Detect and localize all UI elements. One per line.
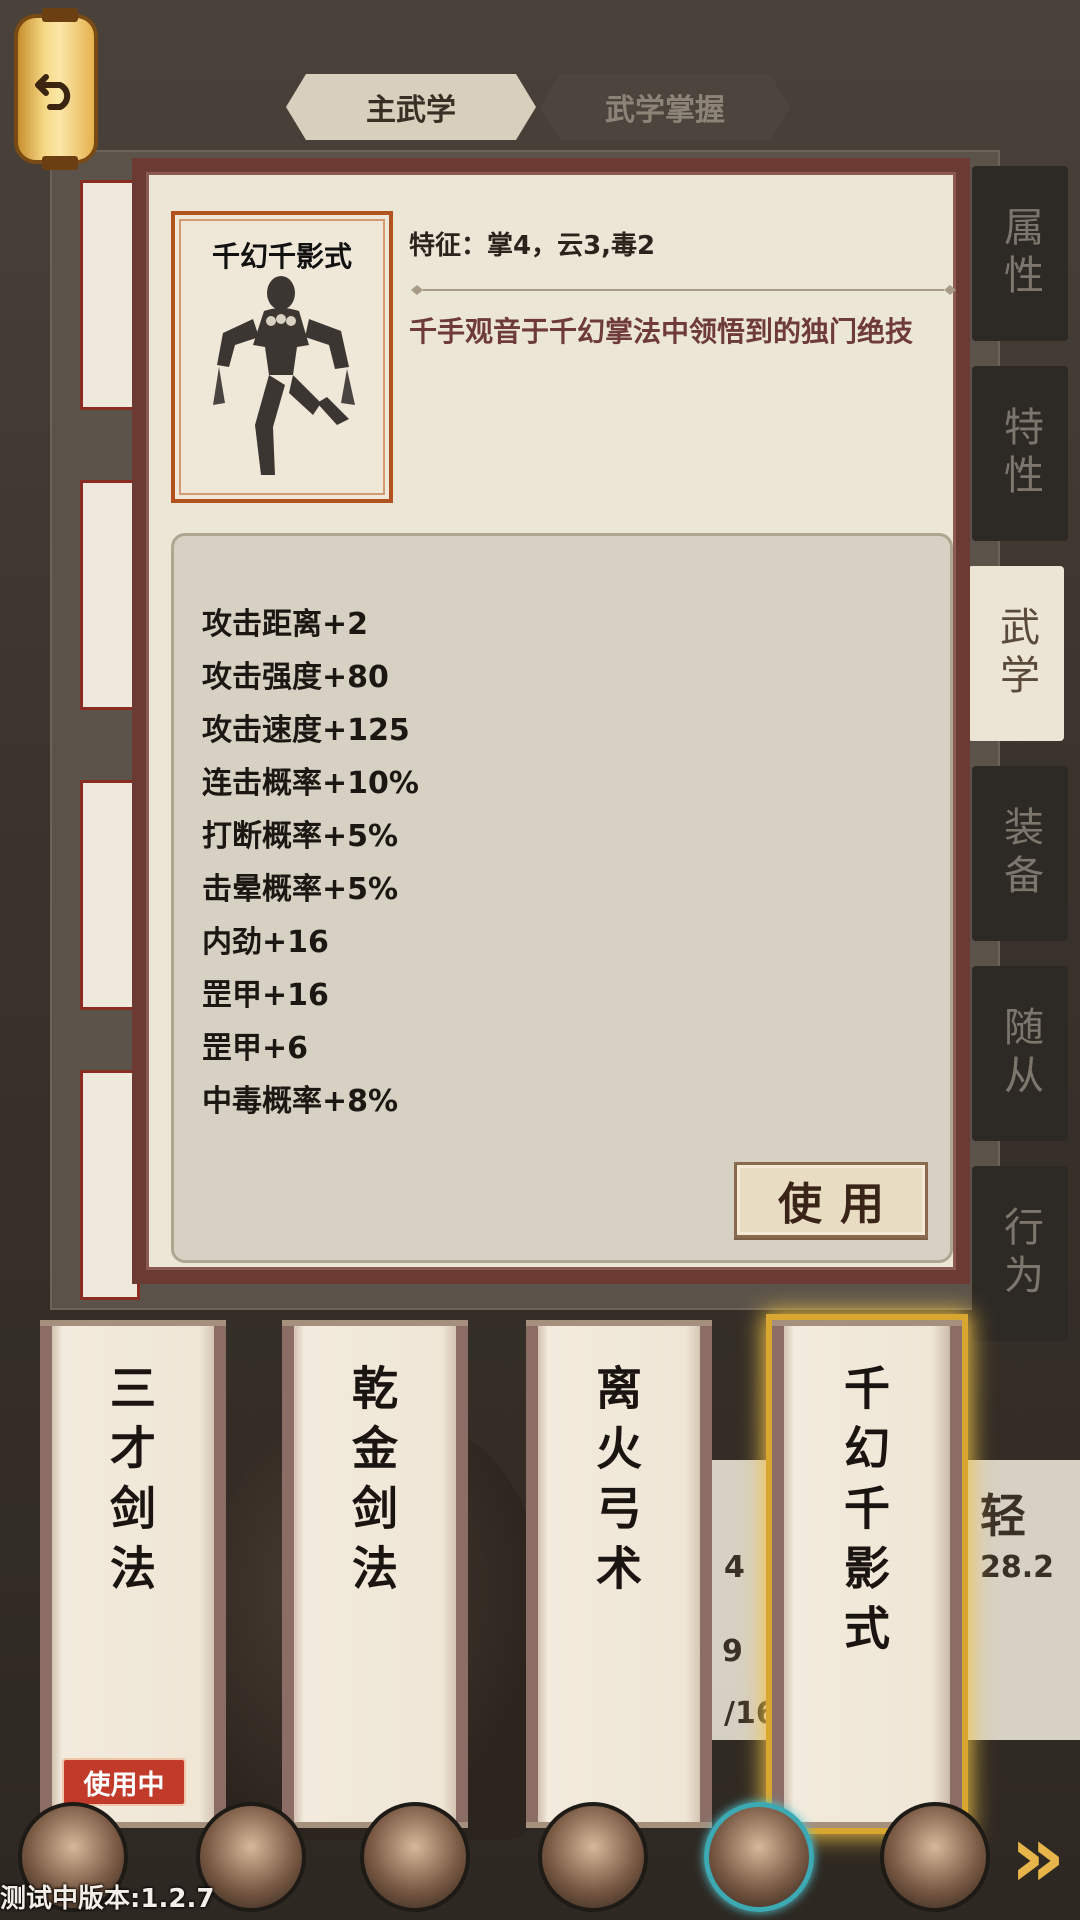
stat-label-light: 轻 (980, 1489, 1026, 1543)
stat-value-partial: 9 (722, 1634, 743, 1669)
character-avatar[interactable] (538, 1802, 648, 1912)
portrait-skill-name: 千幻千影式 (211, 240, 352, 273)
skill-trait: 特征：掌4，云3,毒2 (409, 231, 656, 261)
skill-scroll-name: 离火弓术 (589, 1364, 643, 1604)
skill-scroll-name: 千幻千影式 (837, 1364, 891, 1664)
tab-skill-mastery[interactable]: 武学掌握 (540, 74, 790, 140)
character-avatar[interactable] (360, 1802, 470, 1912)
scroll-edge (526, 1326, 538, 1822)
scroll-edge (700, 1326, 712, 1822)
side-tab-traits[interactable]: 特性 (972, 366, 1068, 541)
background-card (80, 1070, 140, 1300)
scroll-edge (456, 1326, 468, 1822)
stat-value-partial: 4 (724, 1550, 745, 1585)
skill-scroll-qianjin-sword[interactable]: 乾金剑法 (282, 1320, 468, 1828)
stat-line: 打断概率+5% (202, 819, 399, 854)
skill-scroll-qianhuan-qianying[interactable]: 千幻千影式 (772, 1320, 962, 1828)
scroll-edge (772, 1326, 784, 1822)
scroll-edge (282, 1326, 294, 1822)
side-tab-attributes[interactable]: 属性 (972, 166, 1068, 341)
skill-scroll-lihuo-bow[interactable]: 离火弓术 (526, 1320, 712, 1828)
undo-arrow-icon (35, 74, 71, 110)
ornamental-divider (411, 285, 956, 295)
stat-line: 击晕概率+5% (202, 872, 399, 907)
stat-line: 罡甲+6 (202, 1031, 309, 1066)
lantern-cap (42, 156, 78, 170)
skill-stats-box: 攻击距离+2 攻击强度+80 攻击速度+125 连击概率+10% 打断概率+5%… (171, 533, 953, 1263)
side-tab-martial-arts[interactable]: 武学 (968, 566, 1064, 741)
stat-list: 攻击距离+2 攻击强度+80 攻击速度+125 连击概率+10% 打断概率+5%… (202, 598, 419, 1128)
skill-detail-popup: 千幻千影式 特征：掌4，云3,毒2 千手观音于千幻掌法中领悟到的独门绝技 攻击距… (132, 158, 970, 1284)
scroll-edge (950, 1326, 962, 1822)
side-tab-equipment[interactable]: 装备 (972, 766, 1068, 941)
scroll-edge (214, 1326, 226, 1822)
version-label: 测试中版本:1.2.7 (0, 1884, 215, 1914)
stat-line: 中毒概率+8% (202, 1084, 399, 1119)
back-button[interactable] (14, 8, 98, 170)
stat-line: 连击概率+10% (202, 766, 419, 801)
stat-value-partial: /16 (724, 1696, 777, 1731)
skill-portrait: 千幻千影式 (171, 211, 393, 503)
next-page-arrow-icon[interactable]: » (1010, 1812, 1074, 1902)
skill-scroll-name: 三才剑法 (103, 1364, 157, 1604)
character-avatar-selected[interactable] (704, 1802, 814, 1912)
side-tab-followers[interactable]: 随从 (972, 966, 1068, 1141)
skill-description: 千手观音于千幻掌法中领悟到的独门绝技 (409, 315, 914, 348)
use-button[interactable]: 使用 (734, 1162, 928, 1238)
stat-line: 攻击距离+2 (202, 607, 369, 642)
martial-artist-figure-icon (213, 276, 355, 475)
lantern-cap (42, 8, 78, 22)
side-tab-behavior[interactable]: 行为 (972, 1166, 1068, 1341)
popup-paper: 千幻千影式 特征：掌4，云3,毒2 千手观音于千幻掌法中领悟到的独门绝技 攻击距… (146, 172, 956, 1270)
tab-main-skill[interactable]: 主武学 (286, 74, 536, 140)
stat-value-light: 28.2 (980, 1550, 1055, 1585)
background-card (80, 480, 140, 710)
in-use-badge: 使用中 (62, 1758, 186, 1806)
portrait-frame: 千幻千影式 (179, 219, 385, 495)
skill-scroll-sancai-sword[interactable]: 三才剑法 使用中 (40, 1320, 226, 1828)
scroll-edge (40, 1326, 52, 1822)
stat-line: 攻击速度+125 (202, 713, 410, 748)
stat-line: 罡甲+16 (202, 978, 329, 1013)
stat-line: 内劲+16 (202, 925, 329, 960)
skill-scroll-name: 乾金剑法 (345, 1364, 399, 1604)
background-card (80, 780, 140, 1010)
stat-line: 攻击强度+80 (202, 660, 389, 695)
background-card (80, 180, 140, 410)
character-avatar[interactable] (880, 1802, 990, 1912)
